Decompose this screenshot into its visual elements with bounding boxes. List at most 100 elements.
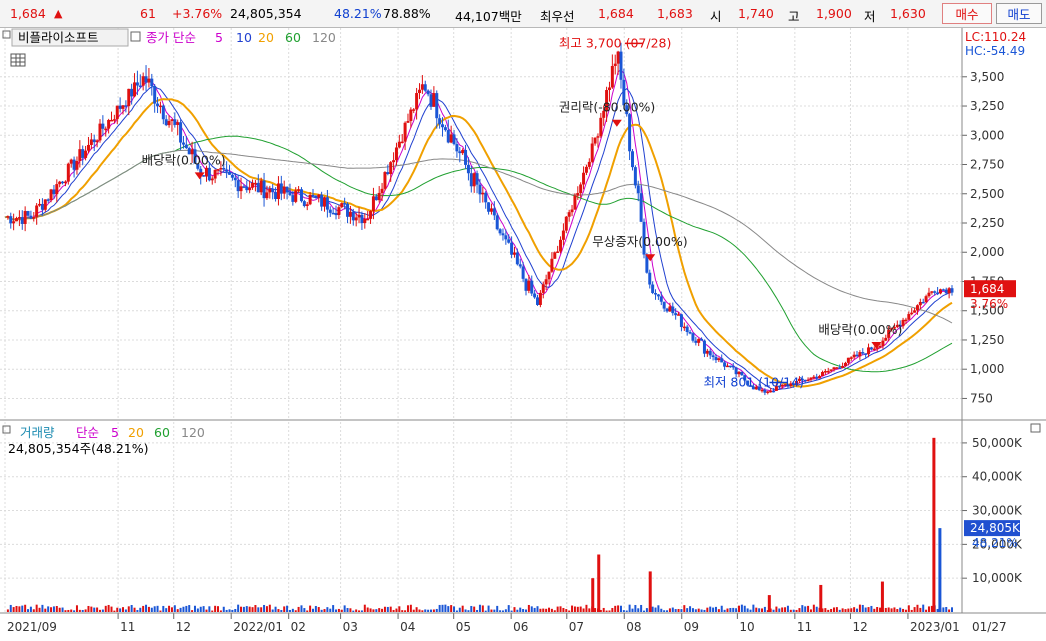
candle [305,204,309,207]
candle [553,252,557,259]
volume-spike [880,581,884,612]
candle [861,352,865,354]
candle [654,293,658,295]
candle [251,182,255,188]
volume-bar [444,604,447,612]
candle [285,186,289,193]
volume-bar [712,607,715,612]
x-tick-label: 02 [291,620,306,634]
volume-bar [320,609,323,612]
volume-bar [481,605,484,612]
vol-ma-20: 20 [128,425,144,440]
volume-bar [424,609,427,612]
volume-bar [763,606,766,612]
volume-bar [441,604,444,612]
candle [504,235,508,240]
candle [907,314,911,320]
candle [818,376,822,379]
candle [141,76,145,86]
volume-bar [110,606,113,612]
volume-bar [804,606,807,612]
candle [708,350,712,356]
candle [23,211,27,224]
buy-button[interactable]: 매수 [942,3,992,24]
volume-bar [870,605,873,612]
volume-bar [565,609,568,612]
volume-bar [70,609,73,612]
candle [302,201,306,207]
candle [720,358,724,363]
candle [671,306,675,314]
candle [668,306,672,312]
candle [846,357,850,363]
candle [763,389,767,393]
volume-bar [778,608,781,612]
volume-bar [127,606,130,612]
candle [841,365,845,368]
current-pct-label: 3.76% [970,297,1008,311]
candle [812,376,816,379]
volume-bar [781,607,784,612]
candle [35,205,39,218]
candle [84,150,88,158]
candle [164,119,168,126]
volume-bar [355,609,358,612]
volume-bar [735,608,738,612]
x-tick-label: 03 [343,620,358,634]
volume: 24,805,354 [230,6,302,21]
candle [112,119,116,121]
candle [170,119,174,122]
volume-bar [919,607,922,612]
y-tick-label: 40,000K [972,470,1023,484]
x-tick-label: 12 [852,620,867,634]
candle [92,139,96,143]
volume-bar [231,609,234,612]
candle [115,105,119,120]
volume-bar [329,608,332,612]
volume-bar [383,606,386,612]
volume-spike [938,528,942,612]
volume-bar [165,608,168,612]
volume-bar [50,607,53,612]
candle [651,284,655,294]
ma-legend-20: 20 [258,30,274,45]
candle [933,291,937,293]
candle [930,291,934,293]
volume-bar [251,607,254,612]
candle [55,184,59,195]
candle [682,326,686,329]
volume-bar [668,608,671,612]
volume-bar [170,607,173,612]
candle [412,109,416,111]
y-tick-label: 3,500 [970,70,1004,84]
x-tick-label: 08 [626,620,641,634]
volume-bar [314,605,317,612]
stock-chart[interactable]: 배당락(0.00%) 최고 3,700 (07/28) 권리락(-80.00%) 무상… [0,28,1046,641]
candle [567,212,571,217]
candle [530,280,534,294]
candle [259,180,263,193]
volume-bar [427,609,430,612]
candle [406,120,410,123]
trade-amount: 44,107백만 [455,9,522,24]
candle [383,172,387,189]
candle [947,288,951,294]
volume-bar [401,610,404,612]
y-tick-label: 1,000 [970,362,1004,376]
sell-button[interactable]: 매도 [996,3,1042,24]
candle [576,192,580,196]
candle [29,215,33,219]
candle [541,284,545,293]
candle [872,348,876,351]
volume-bar [147,606,150,612]
candle [348,211,352,217]
volume-bar [729,607,732,612]
candle [265,192,269,199]
candle [717,358,721,361]
volume-bar [720,605,723,612]
volume-bar [835,607,838,612]
candle [760,389,764,392]
volume-bar [202,606,205,612]
volume-bar [386,606,389,612]
volume-bar [519,607,522,612]
